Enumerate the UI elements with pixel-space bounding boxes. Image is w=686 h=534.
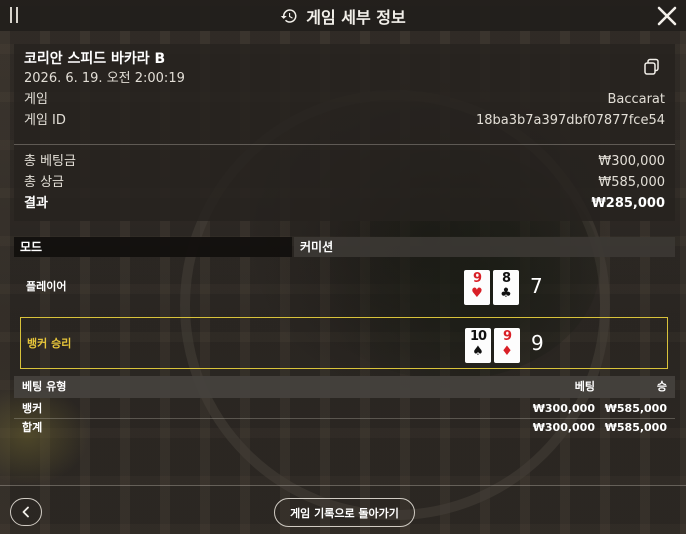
bet-type: 합계	[22, 421, 43, 434]
bets-table-header: 베팅 유형 베팅 승	[14, 376, 675, 398]
result-label: 결과	[24, 196, 48, 211]
bet-amount: ₩300,000	[532, 402, 595, 415]
bet-type-header: 베팅 유형	[22, 380, 67, 393]
back-to-history-button[interactable]: 게임 기록으로 돌아가기	[274, 498, 415, 527]
banker-cards: 10 ♠ 9 ♦	[465, 328, 520, 363]
total-bet-value: ₩300,000	[598, 154, 665, 169]
result-value: ₩285,000	[591, 196, 665, 211]
card-suit-icon: ♥	[471, 286, 483, 301]
game-id-row: 게임 ID 18ba3b7a397dbf07877fce54	[24, 110, 665, 131]
game-info-section: 코리안 스피드 바카라 B 2026. 6. 19. 오전 2:00:19 게임…	[14, 44, 675, 144]
page-title: 게임 세부 정보	[306, 7, 406, 27]
playing-card: 9 ♦	[494, 328, 520, 363]
close-icon[interactable]	[656, 5, 678, 27]
card-suit-icon: ♦	[501, 344, 513, 359]
player-cards: 9 ♥ 8 ♣	[464, 270, 519, 305]
datetime-row: 2026. 6. 19. 오전 2:00:19	[24, 68, 665, 89]
card-rank: 9	[472, 271, 482, 286]
bet-type: 뱅커	[22, 402, 43, 415]
game-name: 코리안 스피드 바카라 B	[24, 51, 166, 67]
table-row: 뱅커 ₩300,000 ₩585,000	[14, 400, 675, 418]
game-id-label: 게임 ID	[24, 113, 66, 128]
player-score: 7	[530, 274, 543, 298]
banker-label: 뱅커 승리	[27, 337, 72, 350]
total-bet-row: 총 베팅금 ₩300,000	[24, 151, 665, 172]
playing-card: 9 ♥	[464, 270, 490, 305]
mode-value: 커미션	[294, 237, 675, 257]
win-amount: ₩585,000	[604, 421, 667, 434]
player-label: 플레이어	[26, 280, 67, 293]
win-amount: ₩585,000	[604, 402, 667, 415]
game-id-value: 18ba3b7a397dbf07877fce54	[475, 113, 665, 128]
card-rank: 10	[469, 329, 487, 344]
history-icon	[281, 8, 297, 23]
card-rank: 9	[502, 329, 512, 344]
totals-section: 총 베팅금 ₩300,000 총 상금 ₩585,000 결과 ₩285,000	[14, 145, 675, 221]
player-hand: 플레이어 9 ♥ 8 ♣ 7	[20, 260, 668, 312]
result-row: 결과 ₩285,000	[24, 193, 665, 214]
mode-label: 모드	[14, 237, 292, 257]
playing-card: 8 ♣	[493, 270, 519, 305]
mode-bar: 모드 커미션	[14, 237, 675, 257]
banker-score: 9	[531, 331, 544, 355]
banker-hand: 뱅커 승리 10 ♠ 9 ♦ 9	[20, 317, 668, 369]
total-win-value: ₩585,000	[598, 175, 665, 190]
win-amount-header: 승	[656, 380, 667, 393]
game-row: 게임 Baccarat	[24, 89, 665, 110]
game-datetime: 2026. 6. 19. 오전 2:00:19	[24, 71, 185, 86]
bet-amount-header: 베팅	[574, 380, 595, 393]
details-panel: 코리안 스피드 바카라 B 2026. 6. 19. 오전 2:00:19 게임…	[14, 44, 675, 221]
game-label: 게임	[24, 92, 48, 107]
header-title-group: 게임 세부 정보	[0, 0, 686, 31]
total-bet-label: 총 베팅금	[24, 154, 76, 169]
playing-card: 10 ♠	[465, 328, 491, 363]
chevron-left-icon	[22, 506, 29, 518]
total-win-label: 총 상금	[24, 175, 65, 190]
back-button[interactable]	[10, 498, 42, 526]
card-rank: 8	[501, 271, 511, 286]
bet-amount: ₩300,000	[532, 421, 595, 434]
card-suit-icon: ♠	[472, 344, 484, 359]
footer-bar: 게임 기록으로 돌아가기	[0, 485, 686, 534]
total-win-row: 총 상금 ₩585,000	[24, 172, 665, 193]
table-row: 합계 ₩300,000 ₩585,000	[14, 418, 675, 436]
card-suit-icon: ♣	[500, 286, 512, 301]
copy-icon[interactable]	[643, 58, 661, 76]
game-value: Baccarat	[607, 92, 665, 107]
header-bar: 게임 세부 정보	[0, 0, 686, 31]
